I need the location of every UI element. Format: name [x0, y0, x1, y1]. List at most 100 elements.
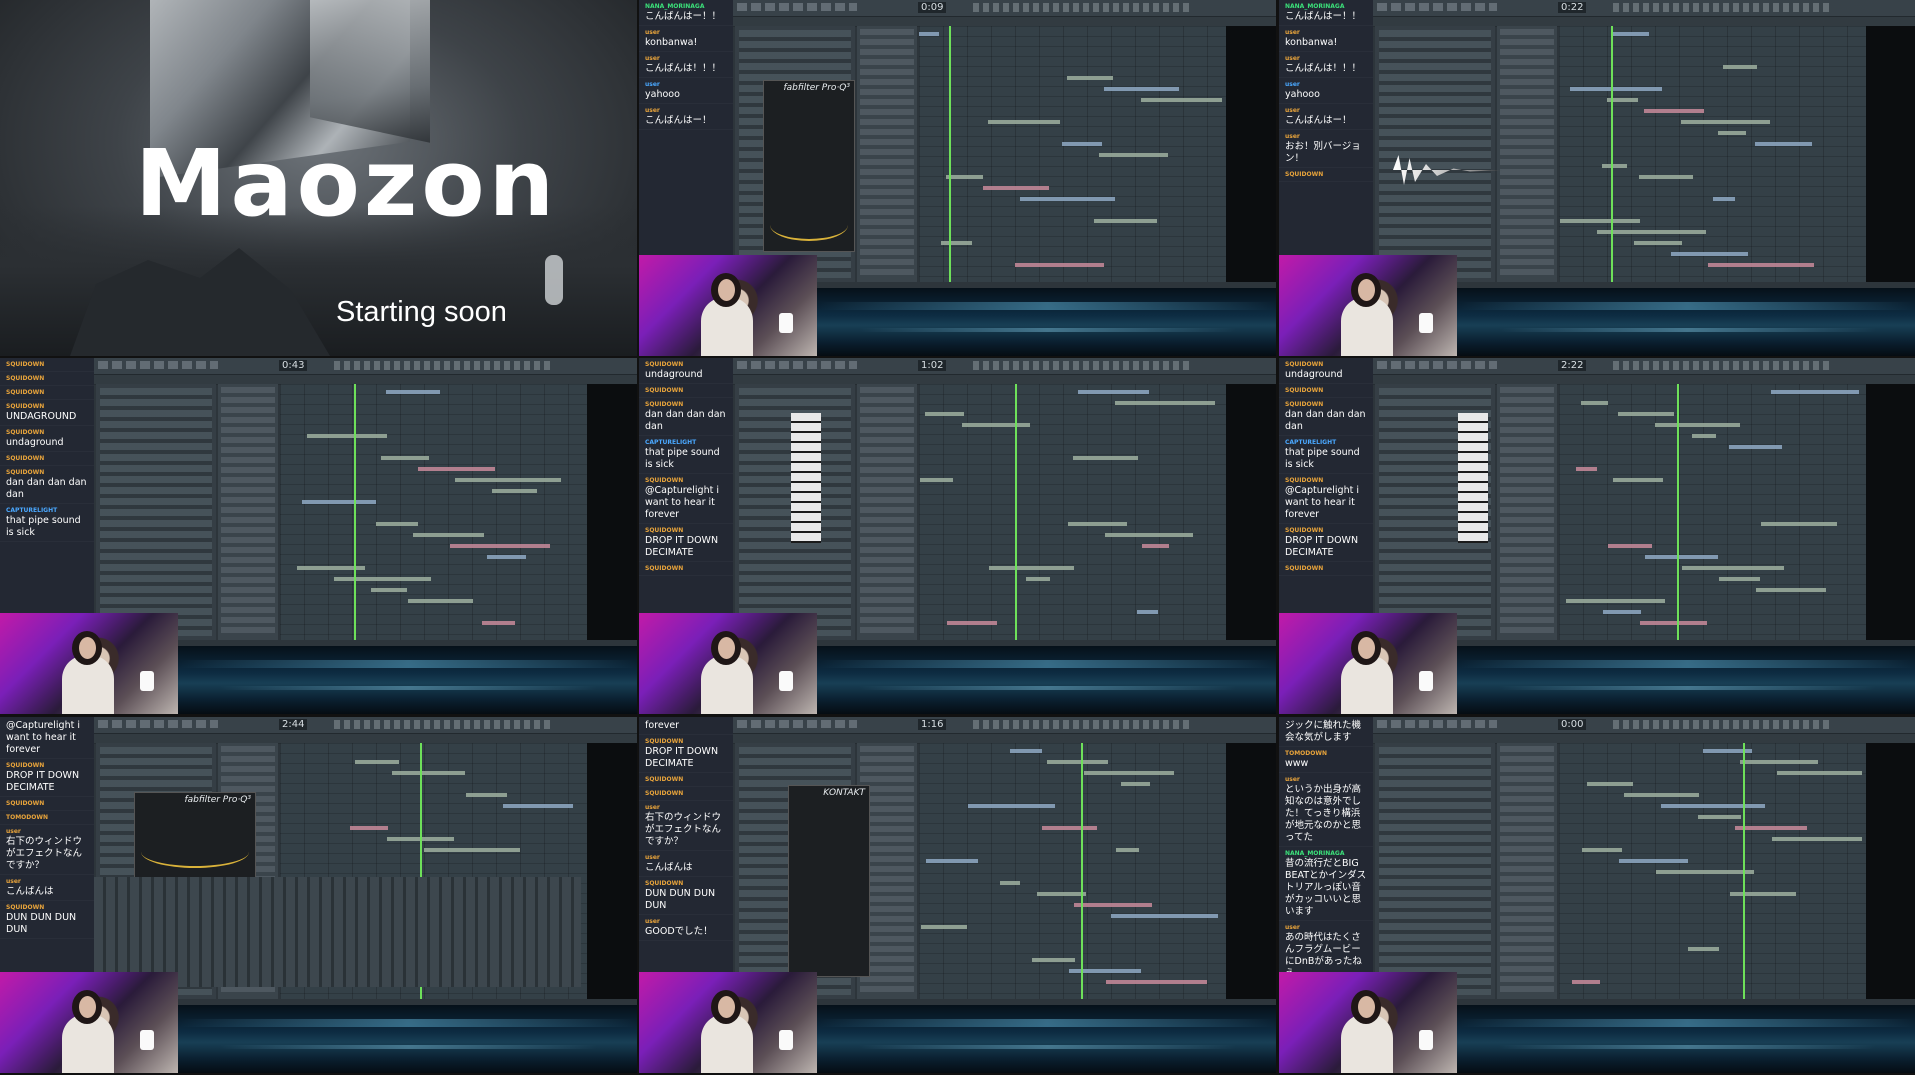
playlist-clip[interactable] [1073, 456, 1138, 460]
toolbar-icons[interactable] [973, 720, 1193, 729]
playlist-clip[interactable] [1566, 599, 1665, 603]
playlist-clip[interactable] [968, 804, 1055, 808]
playlist-area[interactable] [1559, 384, 1866, 640]
plugin-window[interactable]: fabfilter Pro·Q³ [763, 80, 855, 252]
playlist-clip[interactable] [1570, 87, 1662, 91]
playlist-clip[interactable] [1740, 760, 1818, 764]
playlist-clip[interactable] [1099, 153, 1168, 157]
playlist-clip[interactable] [946, 175, 983, 179]
playhead-marker[interactable] [1015, 384, 1017, 640]
playlist-area[interactable] [919, 384, 1226, 640]
playlist-clip[interactable] [350, 826, 388, 830]
playhead-marker[interactable] [1611, 26, 1613, 282]
playlist-clip[interactable] [386, 390, 440, 394]
playlist-clip[interactable] [1644, 109, 1704, 113]
playlist-clip[interactable] [941, 241, 972, 245]
playlist-clip[interactable] [1661, 804, 1765, 808]
daw-toolbar[interactable]: 2:22 [1373, 358, 1915, 375]
playlist-clip[interactable] [1115, 401, 1215, 405]
daw-window[interactable]: 1:02 [733, 358, 1276, 646]
playlist-clip[interactable] [1032, 958, 1075, 962]
toolbar-icons[interactable] [334, 720, 554, 729]
playlist-clip[interactable] [492, 489, 537, 493]
track-list[interactable] [1497, 26, 1557, 282]
playlist-clip[interactable] [1612, 32, 1649, 36]
playlist-clip[interactable] [1142, 544, 1169, 548]
playlist-clip[interactable] [1020, 197, 1115, 201]
playlist-clip[interactable] [947, 621, 997, 625]
playlist-clip[interactable] [1723, 65, 1757, 69]
daw-toolbar[interactable]: 0:22 [1373, 0, 1915, 17]
playlist-clip[interactable] [1761, 522, 1837, 526]
daw-menu-bar[interactable] [1377, 3, 1497, 11]
playlist-clip[interactable] [1613, 478, 1663, 482]
playlist-clip[interactable] [1121, 782, 1150, 786]
daw-menu-bar[interactable] [737, 720, 857, 728]
playlist-clip[interactable] [1602, 164, 1627, 168]
playlist-clip[interactable] [1708, 263, 1814, 267]
track-list[interactable] [1497, 384, 1557, 640]
playlist-clip[interactable] [1141, 98, 1222, 102]
playlist-clip[interactable] [334, 577, 431, 581]
playlist-area[interactable] [280, 384, 587, 640]
piano-keyboard[interactable] [791, 413, 821, 543]
playlist-clip[interactable] [1010, 749, 1042, 753]
track-list[interactable] [857, 384, 917, 640]
playlist-clip[interactable] [962, 423, 1030, 427]
playhead-marker[interactable] [1743, 743, 1745, 999]
playlist-clip[interactable] [1026, 577, 1050, 581]
playlist-clip[interactable] [1735, 826, 1807, 830]
playlist-area[interactable] [1559, 743, 1866, 999]
playlist-clip[interactable] [919, 32, 939, 36]
playlist-clip[interactable] [1719, 577, 1760, 581]
playlist-clip[interactable] [1576, 467, 1597, 471]
playhead-marker[interactable] [354, 384, 356, 640]
playlist-clip[interactable] [392, 771, 465, 775]
plugin-window[interactable]: KONTAKT [788, 785, 870, 977]
playhead-marker[interactable] [1081, 743, 1083, 999]
daw-toolbar[interactable]: 2:44 [94, 717, 637, 734]
playlist-clip[interactable] [1106, 980, 1207, 984]
mixer-window[interactable] [94, 877, 581, 987]
playlist-clip[interactable] [1116, 848, 1139, 852]
playlist-clip[interactable] [455, 478, 561, 482]
playlist-clip[interactable] [376, 522, 418, 526]
playlist-clip[interactable] [1688, 947, 1719, 951]
playlist-clip[interactable] [1137, 610, 1158, 614]
playlist-clip[interactable] [925, 412, 964, 416]
daw-window[interactable]: 0:09 fabfilter Pro·Q³ [733, 0, 1276, 288]
playlist-clip[interactable] [1062, 142, 1102, 146]
daw-window[interactable]: 0:43 [94, 358, 637, 646]
daw-toolbar[interactable]: 1:02 [733, 358, 1276, 375]
daw-window[interactable]: 0:00 [1373, 717, 1915, 1005]
playlist-clip[interactable] [1603, 610, 1641, 614]
playlist-clip[interactable] [1618, 412, 1674, 416]
toolbar-icons[interactable] [1613, 3, 1833, 12]
playlist-clip[interactable] [1608, 544, 1652, 548]
playlist-clip[interactable] [1692, 434, 1716, 438]
playlist-clip[interactable] [1624, 793, 1699, 797]
playlist-area[interactable] [1559, 26, 1866, 282]
playlist-clip[interactable] [1645, 555, 1718, 559]
daw-menu-bar[interactable] [98, 720, 218, 728]
playlist-clip[interactable] [1111, 914, 1218, 918]
playlist-clip[interactable] [450, 544, 550, 548]
playlist-clip[interactable] [371, 588, 407, 592]
channel-rack[interactable] [1375, 743, 1495, 999]
playlist-clip[interactable] [1729, 445, 1782, 449]
daw-menu-bar[interactable] [98, 361, 218, 369]
daw-menu-bar[interactable] [1377, 720, 1497, 728]
playlist-clip[interactable] [1718, 131, 1746, 135]
playlist-clip[interactable] [1074, 903, 1152, 907]
playlist-clip[interactable] [413, 533, 484, 537]
playlist-clip[interactable] [482, 621, 515, 625]
playlist-clip[interactable] [1587, 782, 1633, 786]
playlist-clip[interactable] [1713, 197, 1735, 201]
playlist-clip[interactable] [1047, 760, 1108, 764]
toolbar-icons[interactable] [973, 3, 1193, 12]
playlist-clip[interactable] [921, 925, 967, 929]
playlist-clip[interactable] [1681, 120, 1770, 124]
toolbar-icons[interactable] [973, 361, 1193, 370]
playlist-clip[interactable] [1772, 837, 1862, 841]
track-list[interactable] [857, 26, 917, 282]
